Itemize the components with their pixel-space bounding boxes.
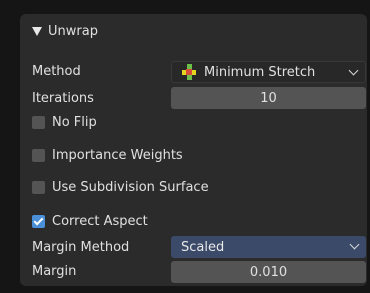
iterations-value: 10 (260, 90, 277, 106)
checkbox-icon[interactable] (32, 116, 45, 129)
margin-method-value: Scaled (181, 239, 225, 255)
collapse-triangle-icon[interactable] (32, 27, 42, 36)
checkbox-icon[interactable] (32, 181, 45, 194)
importance-weights-label: Importance Weights (52, 148, 183, 163)
margin-value: 0.010 (249, 264, 288, 280)
margin-method-dropdown[interactable]: Scaled (171, 236, 366, 258)
checkbox-checked-icon[interactable] (32, 215, 45, 228)
correct-aspect-label: Correct Aspect (52, 214, 148, 229)
iterations-label: Iterations (32, 91, 94, 106)
no-flip-label: No Flip (52, 115, 97, 130)
iterations-field[interactable]: 10 (171, 87, 366, 109)
checkbox-icon[interactable] (32, 149, 45, 162)
chevron-down-icon (348, 65, 359, 76)
margin-label: Margin (32, 264, 77, 279)
method-label: Method (32, 64, 81, 79)
method-value: Minimum Stretch (204, 64, 316, 80)
importance-weights-checkbox[interactable]: Importance Weights (32, 148, 183, 163)
correct-aspect-checkbox[interactable]: Correct Aspect (32, 214, 148, 229)
panel-header[interactable]: Unwrap (32, 24, 98, 39)
use-subdivision-surface-label: Use Subdivision Surface (52, 180, 209, 195)
margin-field[interactable]: 0.010 (171, 261, 366, 283)
chevron-down-icon (349, 239, 360, 250)
use-subdivision-surface-checkbox[interactable]: Use Subdivision Surface (32, 180, 209, 195)
unwrap-panel: Unwrap Method Minimum Stretch Iterations… (20, 14, 367, 286)
no-flip-checkbox[interactable]: No Flip (32, 115, 97, 130)
method-dropdown[interactable]: Minimum Stretch (171, 61, 366, 83)
minimum-stretch-icon (180, 63, 198, 81)
margin-method-label: Margin Method (32, 240, 130, 255)
panel-title: Unwrap (48, 24, 98, 39)
